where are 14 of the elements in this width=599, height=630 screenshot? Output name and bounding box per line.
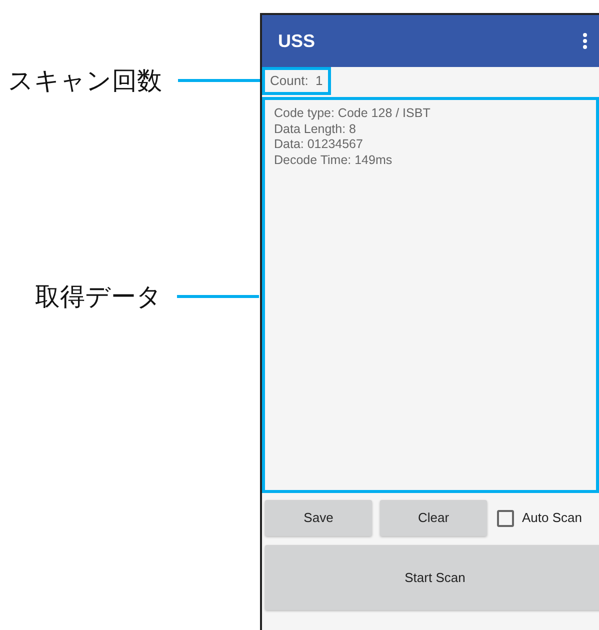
save-button[interactable]: Save xyxy=(265,500,372,536)
app-title: USS xyxy=(278,30,316,52)
callout-label: 取得データ xyxy=(35,281,162,313)
data-line: Decode Time: 149ms xyxy=(274,152,394,168)
data-line: Code type: Code 128 / ISBT xyxy=(274,106,432,122)
auto-scan-checkbox[interactable] xyxy=(497,510,514,526)
scan-count: Count: 1 xyxy=(262,67,331,95)
clear-button[interactable]: Clear xyxy=(380,500,487,536)
callout-label: スキャン回数 xyxy=(8,65,162,97)
checkbox-label: Auto Scan xyxy=(522,509,582,528)
data-line: Data: 01234567 xyxy=(274,137,364,152)
more-menu-icon[interactable] xyxy=(583,33,587,49)
start-scan-button[interactable]: Start Scan xyxy=(265,545,599,610)
data-line: Data Length: 8 xyxy=(274,122,358,137)
